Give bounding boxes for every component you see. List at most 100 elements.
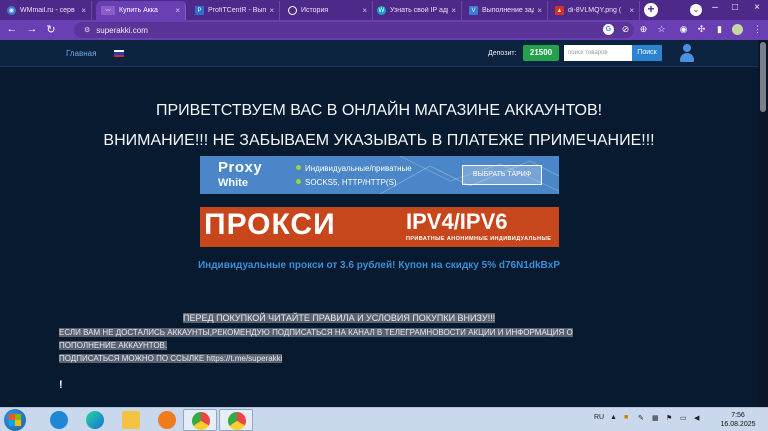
zoom-icon[interactable]: ⊕	[638, 24, 649, 35]
proxy-brand-word: Proxy	[218, 159, 263, 176]
taskbar-clock[interactable]: 7:56 16.08.2025	[716, 411, 760, 429]
tab-superakki[interactable]: 〰 Купить Акка ×	[96, 1, 186, 20]
tab-close-icon[interactable]: ×	[362, 6, 367, 15]
tab-close-icon[interactable]: ×	[451, 6, 456, 15]
url-text: superakki.com	[96, 25, 148, 35]
tab-label: Купить Акка	[119, 7, 158, 14]
tab-label: WMmail.ru - серв	[20, 7, 75, 14]
windows-taskbar: RU ▲ ■ ✎ ▦ ⚑ ▭ ◀ 7:56 16.08.2025	[0, 407, 768, 431]
deposit-label: Депозит:	[488, 50, 517, 57]
tab-search-chevron-icon[interactable]: ⌄	[690, 4, 702, 16]
tab-profitcentr[interactable]: P ProfiTCentR - Вып ×	[190, 1, 280, 20]
tab-close-icon[interactable]: ×	[629, 6, 634, 15]
exclamation-mark: !	[59, 379, 63, 391]
deposit-balance-badge[interactable]: 21500	[523, 45, 559, 61]
tab-ip[interactable]: W Узнать свой IP адр ×	[372, 1, 462, 20]
banner-feature-2: SOCKS5, HTTP/HTTP(S)	[296, 178, 397, 187]
hide-eye-icon[interactable]: ⊘	[620, 24, 631, 35]
tab-history[interactable]: История ×	[283, 1, 373, 20]
attention-heading: ВНИМАНИЕ!!! НЕ ЗАБЫВАЕМ УКАЗЫВАТЬ В ПЛАТ…	[103, 132, 655, 149]
main-content: ПРИВЕТСТВУЕМ ВАС В ОНЛАЙН МАГАЗИНЕ АККАУ…	[0, 68, 758, 407]
internet-explorer-icon[interactable]	[42, 409, 76, 431]
chrome-icon[interactable]	[219, 409, 253, 431]
proxy-white-banner[interactable]: Proxy White Индивидуальные/приватные SOC…	[200, 156, 559, 194]
minimize-icon[interactable]: –	[708, 2, 722, 13]
reload-icon[interactable]: ↻	[45, 23, 57, 36]
wmmail-favicon-icon: ◉	[7, 6, 16, 15]
tab-close-icon[interactable]: ×	[175, 6, 180, 15]
profitcentr-favicon-icon: P	[195, 6, 204, 15]
banner-feature-1: Индивидуальные/приватные	[296, 164, 412, 173]
clock-date: 16.08.2025	[720, 421, 756, 428]
welcome-heading: ПРИВЕТСТВУЕМ ВАС В ОНЛАЙН МАГАЗИНЕ АККАУ…	[155, 102, 603, 119]
green-dot-icon	[296, 165, 301, 170]
tab-label: di-8VLMQY.png (	[568, 7, 622, 14]
ip-favicon-icon: W	[377, 6, 386, 15]
chrome-dev-icon[interactable]	[183, 409, 217, 431]
image-favicon-icon: ▲	[555, 6, 564, 15]
site-info-icon[interactable]: ⚙	[84, 26, 90, 34]
choose-tariff-button[interactable]: ВЫБРАТЬ ТАРИФ	[462, 165, 542, 185]
tab-tasks[interactable]: V Выполнение зада ×	[464, 1, 548, 20]
side-panel-icon[interactable]: ▮	[714, 24, 725, 35]
google-icon[interactable]: G	[603, 24, 614, 35]
green-dot-icon	[296, 179, 301, 184]
forward-arrow-icon[interactable]: →	[26, 23, 38, 35]
flag-tray-icon[interactable]: ⚑	[666, 414, 672, 422]
windows-start-icon[interactable]	[4, 409, 26, 431]
ipv-subtitle: ПРИВАТНЫЕ АНОНИМНЫЕ ИНДИВИДУАЛЬНЫЕ	[406, 236, 552, 242]
russian-flag-icon[interactable]	[114, 50, 124, 57]
tray-chevron-icon[interactable]: ▲	[610, 414, 617, 421]
volume-icon[interactable]: ◀	[694, 414, 699, 422]
product-search-input[interactable]	[564, 45, 632, 61]
rules-notice: ПЕРЕД ПОКУПКОЙ ЧИТАЙТЕ ПРАВИЛА И УСЛОВИЯ…	[183, 313, 496, 323]
tab-image[interactable]: ▲ di-8VLMQY.png ( ×	[550, 1, 640, 20]
subscribe-link-text[interactable]: ПОДПИСАТЬСЯ МОЖНО ПО ССЫЛКЕ https://t.me…	[59, 354, 283, 363]
tab-wmmail[interactable]: ◉ WMmail.ru - серв ×	[2, 1, 92, 20]
media-player-icon[interactable]	[150, 409, 184, 431]
language-indicator[interactable]: RU	[594, 414, 604, 421]
back-arrow-icon[interactable]: ←	[6, 23, 18, 35]
search-button[interactable]: Поиск	[632, 45, 662, 61]
user-account-icon[interactable]	[679, 44, 695, 62]
advice-line-2: ПОПОЛНЕНИЕ АККАУНТОВ.	[59, 341, 168, 350]
wave-favicon-icon: 〰	[101, 6, 115, 15]
page-scrollbar[interactable]	[758, 40, 768, 407]
close-window-icon[interactable]: ×	[750, 2, 764, 13]
network-icon[interactable]: ▦	[652, 414, 659, 422]
proxy-ipv-banner[interactable]: ПРОКСИ IPV4/IPV6 ПРИВАТНЫЕ АНОНИМНЫЕ ИНД…	[200, 207, 559, 247]
extensions-puzzle-icon[interactable]: ✣	[696, 24, 707, 35]
promo-coupon-text: Индивидуальные прокси от 3.6 рублей! Куп…	[197, 260, 561, 271]
proxy-big-word: ПРОКСИ	[204, 208, 336, 241]
edge-icon[interactable]	[78, 409, 112, 431]
address-bar[interactable]: ⚙ superakki.com	[74, 22, 634, 38]
white-brand-word: White	[218, 177, 248, 189]
clock-time: 7:56	[731, 412, 745, 419]
new-tab-plus-icon[interactable]: +	[644, 3, 658, 17]
v-favicon-icon: V	[469, 6, 478, 15]
battery-icon[interactable]: ▭	[680, 414, 687, 422]
history-icon	[288, 6, 297, 15]
maximize-icon[interactable]: □	[728, 2, 742, 13]
home-link[interactable]: Главная	[66, 49, 96, 58]
profile-circle-icon[interactable]: ◉	[678, 24, 689, 35]
ipv-label: IPV4/IPV6	[406, 209, 508, 234]
tab-close-icon[interactable]: ×	[269, 6, 274, 15]
tray-app-icon[interactable]: ■	[624, 414, 628, 421]
file-explorer-icon[interactable]	[114, 409, 148, 431]
account-avatar-icon[interactable]	[732, 24, 743, 35]
advice-line-1: ЕСЛИ ВАМ НЕ ДОСТАЛИСЬ АККАУНТЫ,РЕКОМЕНДУ…	[59, 328, 573, 337]
tab-close-icon[interactable]: ×	[81, 6, 86, 15]
scrollbar-thumb[interactable]	[760, 42, 766, 112]
menu-dots-icon[interactable]: ⋮	[752, 24, 763, 35]
tab-label: Выполнение зада	[482, 7, 535, 14]
tab-label: ProfiTCentR - Вып	[208, 7, 267, 14]
site-header: Главная Депозит: 21500 Поиск	[0, 40, 768, 67]
tab-label: История	[301, 7, 329, 14]
bookmark-star-icon[interactable]: ☆	[656, 24, 667, 35]
tab-label: Узнать свой IP адр	[390, 7, 449, 14]
tab-close-icon[interactable]: ×	[537, 6, 542, 15]
browser-toolbar: ← → ↻ ⚙ superakki.com G ⊘ ⊕ ☆ ◉ ✣ ▮ ⋮	[0, 20, 768, 40]
pen-icon[interactable]: ✎	[638, 414, 644, 422]
tab-strip: ◉ WMmail.ru - серв × 〰 Купить Акка × P P…	[0, 0, 768, 20]
